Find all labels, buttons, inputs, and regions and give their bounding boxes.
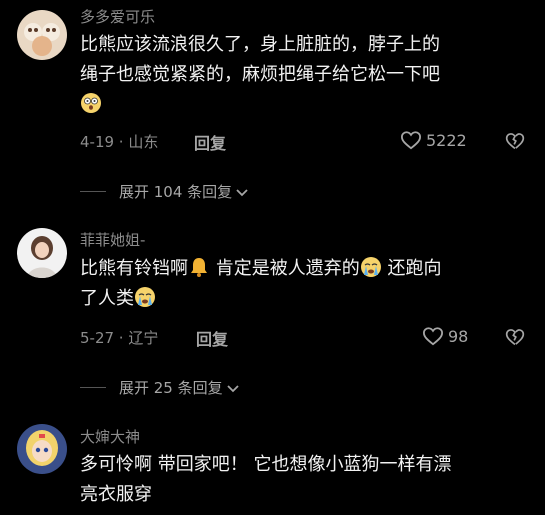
- avatar[interactable]: [17, 424, 67, 474]
- reply-button[interactable]: 回复: [194, 130, 226, 154]
- expand-replies-button[interactable]: 展开 25 条回复: [80, 377, 240, 398]
- comment-meta: 4-19 · 山东: [80, 133, 159, 151]
- like-count: 98: [448, 326, 469, 346]
- expand-replies-label: 展开 25 条回复: [119, 379, 223, 397]
- like-count: 5222: [426, 130, 467, 150]
- like-button[interactable]: 98: [422, 326, 468, 346]
- heart-outline-icon: [422, 327, 444, 346]
- divider-line: [80, 387, 106, 388]
- chevron-down-icon: [226, 384, 239, 392]
- heart-outline-icon: [400, 131, 422, 150]
- divider-line: [80, 191, 106, 192]
- username[interactable]: 多多爱可乐: [80, 6, 155, 27]
- reply-button[interactable]: 回复: [196, 326, 228, 350]
- chevron-down-icon: [236, 188, 248, 196]
- avatar[interactable]: [17, 228, 67, 278]
- like-button[interactable]: 5222: [400, 130, 467, 150]
- crying-face-emoji: [360, 257, 381, 277]
- expand-replies-label: 展开 104 条回复: [119, 183, 233, 201]
- avatar[interactable]: [17, 10, 67, 60]
- username[interactable]: 大婶大神: [80, 426, 140, 447]
- comment-text: 比熊有铃铛啊 肯定是被人遗弃的 还跑向 了人类: [80, 257, 442, 309]
- shocked-face-emoji: [81, 93, 101, 113]
- comment-meta: 5-27 · 辽宁: [80, 329, 159, 347]
- expand-replies-button[interactable]: 展开 104 条回复: [80, 181, 249, 202]
- broken-heart-icon[interactable]: [505, 131, 525, 151]
- broken-heart-icon[interactable]: [505, 327, 525, 347]
- crying-face-emoji: [135, 287, 155, 307]
- bell-emoji: [191, 258, 207, 277]
- comment-text: 比熊应该流浪很久了，身上脏脏的，脖子上的 绳子也感觉紧紧的，麻烦把绳子给它松一下…: [80, 30, 520, 120]
- comment-text: 多可怜啊 带回家吧！ 它也想像小蓝狗一样有漂 亮衣服穿: [80, 454, 452, 505]
- username[interactable]: 菲菲她姐-: [80, 229, 145, 250]
